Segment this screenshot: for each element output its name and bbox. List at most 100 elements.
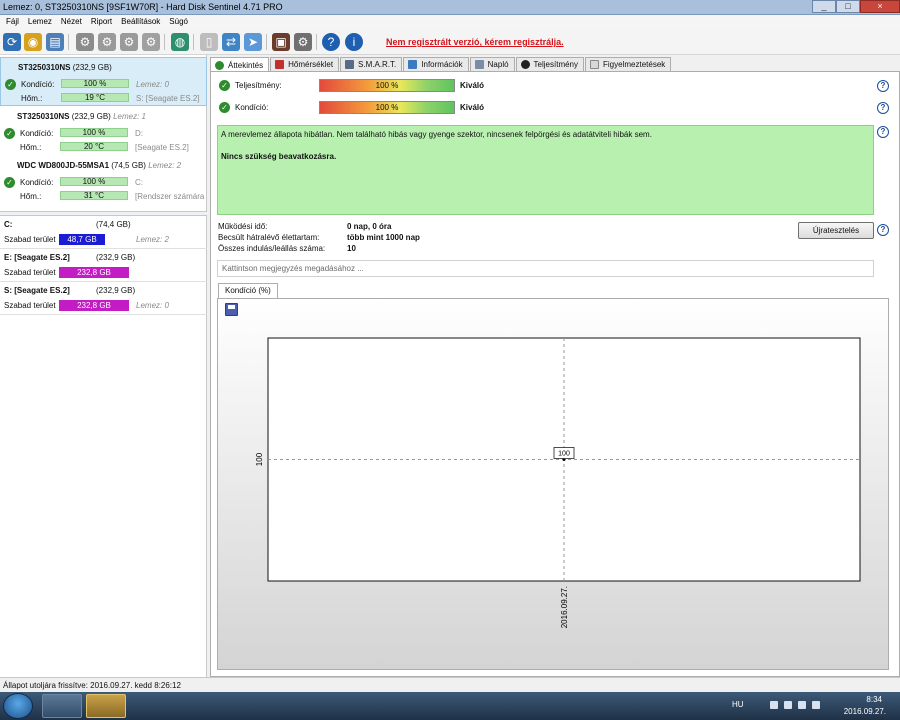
performance-bar: 100 % [319,79,455,92]
help-icon[interactable]: ? [322,33,340,51]
disk-item[interactable]: ST3250310NS (232,9 GB) ✓ Kondíció: 100 %… [0,57,207,106]
status-bar: Állapot utoljára frissítve: 2016.09.27. … [0,677,900,692]
tab-label: Figyelmeztetések [603,60,666,69]
extended-test-icon[interactable]: ⚙ [142,33,160,51]
volume-item[interactable]: E: [Seagate ES.2] (232,9 GB) Szabad terü… [0,249,207,282]
settings-gear-icon[interactable]: ⚙ [294,33,312,51]
disk-size: (74,5 GB) [111,161,146,170]
flag-icon[interactable] [784,701,792,709]
retest-button[interactable]: Újratesztelés [798,222,874,239]
disk-drive-letter: D: [135,129,143,138]
volume-size: (232,9 GB) [96,253,136,262]
status-box: A merevlemez állapota hibátlan. Nem talá… [217,125,874,215]
tray-arrow-icon[interactable] [770,701,778,709]
health-label: Kondíció: [20,178,54,187]
note-input[interactable]: Kattintson megjegyzés megadásához ... [217,260,874,277]
menu-report[interactable]: Riport [89,15,119,29]
sync-icon[interactable]: ⇄ [222,33,240,51]
health-rating: Kiváló [460,103,485,112]
menu-view[interactable]: Nézet [59,15,89,29]
overview-content: ✓ Teljesítmény: 100 % Kiváló ? ✓ Kondíci… [210,71,900,677]
help-icon[interactable]: ? [877,126,889,138]
tab-smart[interactable]: S.M.A.R.T. [340,57,403,71]
test-icon[interactable]: ⚙ [76,33,94,51]
volume-name: S: [Seagate ES.2] [4,286,70,295]
free-space-bar: 232,8 GB [59,267,129,278]
chart-frame: 100 2016.09.27. 100 [217,298,889,670]
thermometer-icon [275,60,285,69]
tab-performance[interactable]: Teljesítmény [515,57,585,71]
menu-bar: Fájl Lemez Nézet Riport Beállítások Súgó [0,15,900,29]
disk-size: (232,9 GB) [72,63,112,72]
volume-icon[interactable] [812,701,820,709]
clock-time[interactable]: 8:34 [866,695,882,704]
temp-label: Hőm.: [20,143,42,152]
power-cycles-value: 10 [347,244,356,253]
minimize-button[interactable]: _ [812,0,836,13]
tab-log[interactable]: Napló [469,57,515,71]
temp-bar: 20 °C [60,142,128,151]
alert-config-icon[interactable]: ▣ [272,33,290,51]
tab-alerts[interactable]: Figyelmeztetések [585,57,672,71]
health-chart: 100 2016.09.27. 100 [255,337,861,628]
taskbar-app-active[interactable] [86,694,126,718]
tab-information[interactable]: Információk [403,57,469,71]
smart-icon [345,60,355,69]
maximize-button[interactable]: □ [836,0,860,13]
disk-scan-icon[interactable]: ◉ [24,33,42,51]
menu-file[interactable]: Fájl [4,15,26,29]
menu-help[interactable]: Súgó [167,15,195,29]
tab-temperature[interactable]: Hőmérséklet [270,57,340,71]
tab-label: Információk [421,60,463,69]
window-title: Lemez: 0, ST3250310NS [9SF1W70R] - Hard … [3,2,283,12]
free-space-bar: 48,7 GB [59,234,105,245]
disk-item[interactable]: WDC WD800JD-55MSA1 (74,5 GB) Lemez: 2 ✓ … [0,156,207,205]
disk-volumes: S: [Seagate ES.2] [136,94,200,103]
taskbar-app-hdsentinel[interactable] [42,694,82,718]
help-icon[interactable]: ? [877,80,889,92]
check-icon: ✓ [219,102,230,113]
tab-health-chart[interactable]: Kondíció (%) [218,283,278,298]
check-icon [215,60,224,70]
volume-item[interactable]: C: (74,4 GB) Szabad terület 48,7 GB Leme… [0,216,207,249]
free-space-bar: 232,8 GB [59,300,129,311]
short-test-icon[interactable]: ⚙ [120,33,138,51]
y-tick-label: 100 [255,452,264,466]
language-indicator[interactable]: HU [732,700,744,709]
help-icon[interactable]: ? [877,224,889,236]
clock-date[interactable]: 2016.09.27. [844,707,886,716]
x-tick-label: 2016.09.27. [560,586,569,628]
disk-volumes: [Seagate ES.2] [135,143,189,152]
refresh-icon[interactable]: ⟳ [3,33,21,51]
register-link[interactable]: Nem regisztrált verzió, kérem regisztrál… [386,37,564,47]
close-button[interactable]: × [860,0,900,13]
disk-model: ST3250310NS [17,112,70,121]
send-icon[interactable]: ➤ [244,33,262,51]
health-row: ✓ Kondíció: 100 % Kiváló [217,101,817,115]
toolbar-separator [193,34,194,50]
tab-label: Napló [487,60,509,69]
menu-disk[interactable]: Lemez [26,15,59,29]
surface-test-icon[interactable]: ⚙ [98,33,116,51]
tab-overview[interactable]: Áttekintés [210,57,270,72]
info-icon[interactable]: i [345,33,363,51]
health-label: Kondíció: [20,129,54,138]
network-icon[interactable] [798,701,806,709]
free-space-label: Szabad terület [4,301,56,310]
lifetime-label: Becsült hátralévő élettartam: [218,233,320,242]
menu-settings[interactable]: Beállítások [119,15,167,29]
toolbar: ⟳ ◉ ▤ ⚙ ⚙ ⚙ ⚙ ◍ ▯ ⇄ ➤ ▣ ⚙ ? i Nem regisz… [0,29,900,55]
uptime-label: Működési idő: [218,222,268,231]
start-button[interactable] [3,693,33,719]
volume-item[interactable]: S: [Seagate ES.2] (232,9 GB) Szabad terü… [0,282,207,315]
check-icon: ✓ [5,79,16,90]
disk-name: ST3250310NS (232,9 GB) Lemez: 1 [17,112,146,121]
disk-item[interactable]: ST3250310NS (232,9 GB) Lemez: 1 ✓ Kondíc… [0,107,207,156]
volume-disk-index: Lemez: 2 [136,235,169,244]
disk-index: Lemez: 0 [136,80,169,89]
help-icon[interactable]: ? [877,102,889,114]
report-icon[interactable]: ▤ [46,33,64,51]
volume-disk-index: Lemez: 0 [136,301,169,310]
document-icon[interactable]: ▯ [200,33,218,51]
globe-icon[interactable]: ◍ [171,33,189,51]
